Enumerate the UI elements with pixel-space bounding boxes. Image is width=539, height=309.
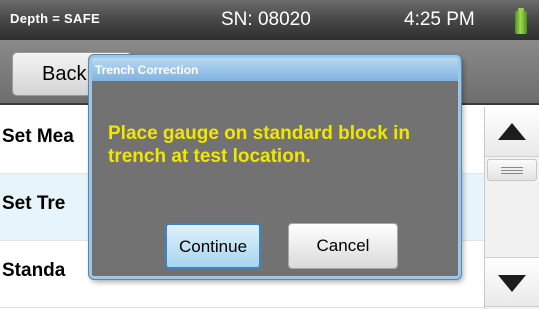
battery-icon	[515, 8, 527, 34]
scroll-thumb[interactable]	[487, 159, 537, 181]
clock-time: 4:25 PM	[404, 9, 475, 30]
scroll-up-button[interactable]	[485, 107, 539, 157]
scroll-down-button[interactable]	[485, 257, 539, 307]
depth-status: Depth = SAFE	[10, 11, 100, 26]
dialog-title: Trench Correction	[92, 58, 458, 81]
dialog-message: Place gauge on standard block in trench …	[108, 123, 410, 167]
status-bar: Depth = SAFE SN: 08020 4:25 PM	[0, 0, 539, 40]
list-item-label: Set Tre	[2, 193, 66, 214]
cancel-button[interactable]: Cancel	[288, 223, 398, 269]
arrow-down-icon	[498, 275, 526, 292]
continue-button[interactable]: Continue	[165, 223, 261, 269]
grip-line	[501, 173, 523, 174]
battery-level	[515, 11, 527, 34]
grip-line	[501, 167, 523, 168]
list-item-label: Standa	[2, 260, 66, 281]
serial-number: SN: 08020	[221, 9, 311, 30]
grip-line	[501, 170, 523, 171]
arrow-up-icon	[498, 123, 526, 140]
list-item-label: Set Mea	[2, 126, 74, 147]
trench-correction-dialog: Trench Correction Place gauge on standar…	[89, 55, 461, 279]
scrollbar[interactable]	[484, 107, 539, 309]
